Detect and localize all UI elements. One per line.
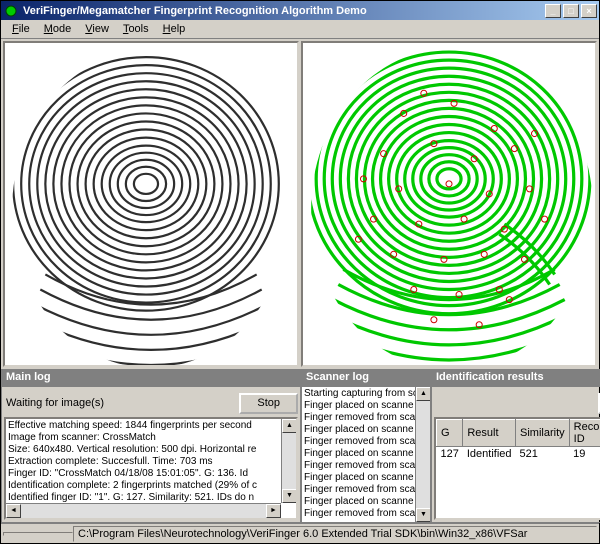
log-line[interactable]: Starting capturing from sc (304, 388, 428, 400)
log-line[interactable]: Image from scanner: CrossMatch (8, 432, 294, 444)
log-line[interactable]: Finger removed from scan (304, 460, 428, 472)
fingerprint-original-panel[interactable] (3, 41, 299, 367)
fingerprint-row (1, 39, 599, 369)
close-button[interactable]: × (581, 4, 597, 18)
main-log-header: Main log (2, 370, 300, 387)
log-line[interactable]: Finger placed on scanne (304, 400, 428, 412)
log-line[interactable]: Finger removed from scan (304, 436, 428, 448)
menu-bar: File Mode View Tools Help (1, 20, 599, 39)
table-header-row: G Result Similarity Record ID Finger ID (437, 420, 600, 447)
table-row[interactable]: 127 Identified 521 19 1 (437, 447, 600, 462)
scroll-up-icon[interactable]: ▲ (416, 387, 430, 401)
scanner-log-header: Scanner log (302, 370, 430, 387)
window-controls: _ □ × (543, 4, 597, 18)
scrollbar-vertical[interactable]: ▲ ▼ (281, 419, 296, 503)
window-title: VeriFinger/Megamatcher Fingerprint Recog… (23, 5, 543, 17)
main-log-panel: Main log Waiting for image(s) Stop Effec… (1, 369, 301, 523)
stop-button-main[interactable]: Stop (239, 393, 298, 414)
log-line[interactable]: Finger placed on scanne (304, 496, 428, 508)
log-line[interactable]: Effective matching speed: 1844 fingerpri… (8, 420, 294, 432)
scroll-left-icon[interactable]: ◄ (6, 504, 21, 518)
col-similarity[interactable]: Similarity (516, 420, 570, 447)
scroll-right-icon[interactable]: ► (266, 504, 281, 518)
log-line[interactable]: Finger placed on scanne (304, 448, 428, 460)
menu-tools[interactable]: Tools (116, 21, 156, 37)
scrollbar-horizontal[interactable]: ◄ ► (6, 503, 281, 518)
title-bar[interactable]: VeriFinger/Megamatcher Fingerprint Recog… (1, 1, 599, 20)
maximize-button[interactable]: □ (563, 4, 579, 18)
log-line[interactable]: Finger removed from scan (304, 508, 428, 520)
scroll-up-icon[interactable]: ▲ (282, 419, 297, 433)
log-line[interactable]: Finger placed on scanne (304, 424, 428, 436)
log-line[interactable]: Extraction complete: Succesfull. Time: 7… (8, 456, 294, 468)
status-path: C:\Program Files\Neurotechnology\VeriFin… (73, 526, 597, 542)
scanner-log-list[interactable]: Starting capturing from scFinger placed … (302, 387, 430, 522)
waiting-label: Waiting for image(s) (4, 395, 106, 411)
fingerprint-original (5, 43, 297, 365)
menu-view[interactable]: View (78, 21, 116, 37)
main-log-list[interactable]: Effective matching speed: 1844 fingerpri… (4, 417, 298, 520)
fingerprint-processed-panel[interactable] (301, 41, 597, 367)
app-window: VeriFinger/Megamatcher Fingerprint Recog… (0, 0, 600, 544)
results-header: Identification results (432, 370, 600, 387)
scrollbar-vertical[interactable]: ▲ ▼ (415, 387, 430, 522)
results-table[interactable]: G Result Similarity Record ID Finger ID … (434, 417, 600, 520)
col-record-id[interactable]: Record ID (569, 420, 600, 447)
log-line[interactable]: Identification complete: 2 fingerprints … (8, 480, 294, 492)
menu-help[interactable]: Help (156, 21, 193, 37)
scroll-down-icon[interactable]: ▼ (416, 508, 430, 522)
menu-mode[interactable]: Mode (37, 21, 79, 37)
status-bar: C:\Program Files\Neurotechnology\VeriFin… (1, 523, 599, 543)
status-cell-1 (3, 532, 73, 536)
scroll-down-icon[interactable]: ▼ (282, 489, 297, 503)
bottom-panels: Main log Waiting for image(s) Stop Effec… (1, 369, 599, 523)
log-line[interactable]: Finger placed on scanne (304, 472, 428, 484)
col-result[interactable]: Result (463, 420, 516, 447)
menu-file[interactable]: File (5, 21, 37, 37)
fingerprint-processed (303, 43, 595, 365)
results-panel: Identification results Stop G Result Sim… (431, 369, 600, 523)
main-area: Main log Waiting for image(s) Stop Effec… (1, 39, 599, 523)
log-line[interactable]: Finger ID: "CrossMatch 04/18/08 15:01:05… (8, 468, 294, 480)
log-line[interactable]: Size: 640x480. Vertical resolution: 500 … (8, 444, 294, 456)
app-icon (3, 3, 19, 19)
log-line[interactable]: Finger removed from scan (304, 412, 428, 424)
minimize-button[interactable]: _ (545, 4, 561, 18)
col-g[interactable]: G (437, 420, 463, 447)
log-line[interactable]: Finger removed from scan (304, 484, 428, 496)
scanner-log-panel: Scanner log Starting capturing from scFi… (301, 369, 431, 523)
